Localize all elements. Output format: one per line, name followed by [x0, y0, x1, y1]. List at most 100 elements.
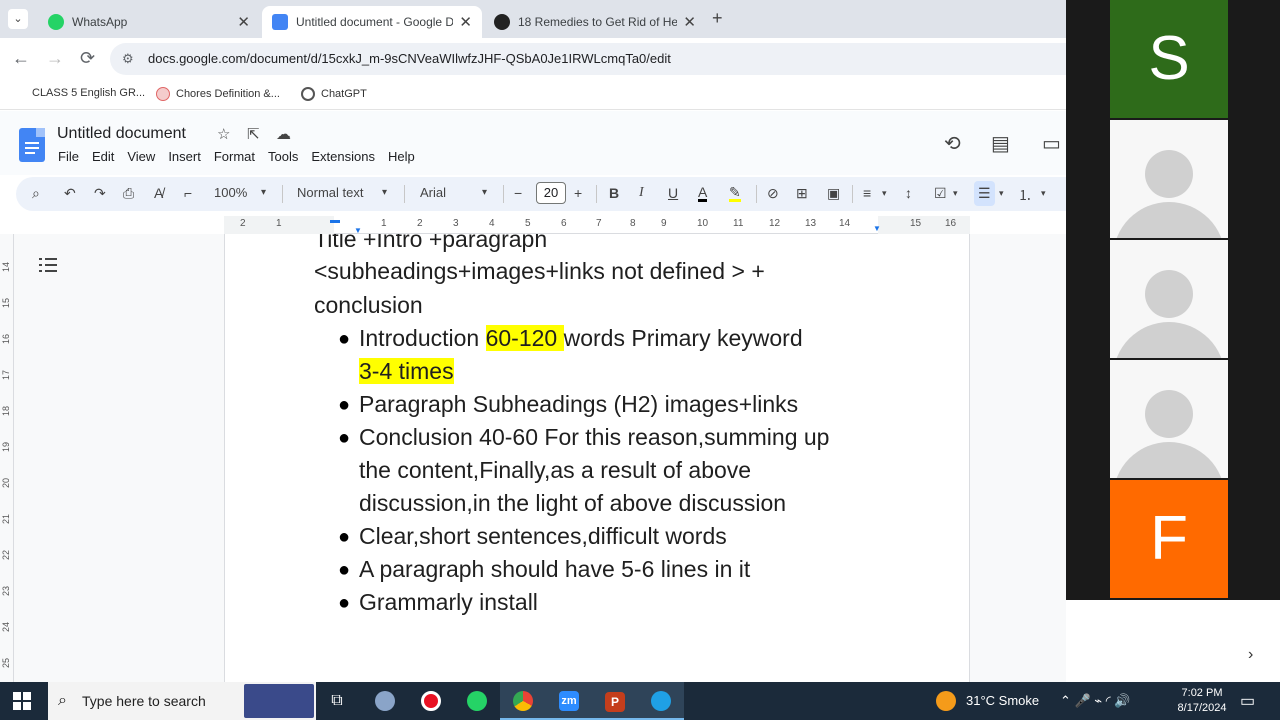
task-view-icon[interactable]: ⧉ — [314, 682, 360, 720]
windows-start-icon[interactable] — [13, 692, 31, 710]
participant-tile[interactable] — [1110, 240, 1228, 358]
chevron-down-icon[interactable]: ▾ — [1041, 188, 1046, 199]
document-outline-icon[interactable] — [39, 256, 57, 274]
chevron-down-icon[interactable]: ▾ — [953, 188, 958, 199]
taskbar-search-box[interactable]: ⌕ Type here to search — [48, 682, 316, 720]
chevron-down-icon[interactable]: ▾ — [482, 187, 487, 198]
font-select[interactable]: Arial — [420, 185, 446, 200]
system-tray[interactable]: ⌃ 🎤 ⌁ ◜ 🔊 — [1060, 682, 1131, 720]
record-icon[interactable] — [408, 682, 454, 720]
numbered-list-icon[interactable]: ⒈ — [1018, 185, 1032, 205]
participant-tile[interactable]: F — [1110, 480, 1228, 598]
menu-tools[interactable]: Tools — [268, 149, 298, 164]
tab-search-button[interactable]: ⌄ — [8, 9, 28, 29]
checklist-icon[interactable]: ☑ — [934, 185, 947, 202]
align-left-icon[interactable]: ≡ — [863, 185, 871, 201]
comments-icon[interactable]: ▤ — [991, 131, 1010, 156]
menu-help[interactable]: Help — [388, 149, 415, 164]
close-tab-icon[interactable]: ✕ — [459, 13, 472, 31]
powerpoint-icon[interactable]: P — [592, 682, 638, 720]
menu-edit[interactable]: Edit — [92, 149, 114, 164]
menu-file[interactable]: File — [58, 149, 79, 164]
chevron-down-icon[interactable]: ▾ — [382, 187, 387, 198]
meet-icon[interactable]: ▭ — [1042, 131, 1061, 156]
zoom-select[interactable]: 100% — [214, 185, 247, 200]
ruler-number: 15 — [1, 297, 12, 309]
version-history-icon[interactable]: ⟲ — [944, 131, 961, 156]
notifications-icon[interactable]: ▭ — [1240, 691, 1255, 711]
participant-tile[interactable] — [1110, 120, 1228, 238]
address-bar[interactable]: ⚙ docs.google.com/document/d/15cxkJ_m-9s… — [110, 43, 1066, 75]
menu-view[interactable]: View — [127, 149, 155, 164]
docs-logo-icon[interactable] — [19, 128, 45, 162]
zoom-icon[interactable]: zm — [546, 682, 592, 720]
ruler-number: 1 — [381, 218, 387, 229]
right-indent-marker[interactable]: ▼ — [873, 224, 881, 233]
underline-button[interactable]: U — [668, 185, 678, 201]
redo-icon[interactable]: ↷ — [94, 185, 106, 202]
text-color-button[interactable]: A — [698, 185, 708, 202]
back-button[interactable]: ← — [12, 48, 30, 69]
site-info-icon[interactable]: ⚙ — [122, 43, 134, 75]
edge-icon[interactable] — [638, 682, 684, 720]
insert-image-icon[interactable]: ▣ — [827, 185, 840, 202]
tab-google-docs[interactable]: Untitled document - Google Docs ✕ — [262, 6, 482, 38]
whatsapp-icon[interactable] — [454, 682, 500, 720]
tab-remedies[interactable]: 18 Remedies to Get Rid of Headache ✕ — [484, 6, 706, 38]
new-tab-button[interactable]: + — [712, 8, 723, 29]
ruler-number: 15 — [910, 218, 922, 229]
chrome-icon[interactable] — [500, 682, 546, 720]
document-title[interactable]: Untitled document — [57, 125, 186, 143]
line-spacing-icon[interactable]: ↕ — [905, 185, 912, 201]
chevron-down-icon[interactable]: ▾ — [261, 187, 266, 198]
menu-bar: File Edit View Insert Format Tools Exten… — [58, 149, 428, 164]
weather-widget[interactable]: 31°C Smoke — [936, 682, 1039, 720]
close-tab-icon[interactable]: ✕ — [683, 13, 696, 31]
participant-tile[interactable] — [1110, 360, 1228, 478]
decrease-font-size-button[interactable]: − — [514, 185, 522, 201]
star-icon[interactable]: ☆ — [217, 125, 230, 143]
italic-button[interactable]: I — [639, 185, 644, 201]
close-tab-icon[interactable]: ✕ — [237, 13, 250, 31]
left-indent-marker[interactable]: ▼ — [354, 226, 362, 235]
highlight-color-icon[interactable]: ✎ — [729, 185, 741, 202]
menu-format[interactable]: Format — [214, 149, 255, 164]
ruler-number: 5 — [525, 218, 531, 229]
move-folder-icon[interactable]: ⇱ — [247, 125, 260, 143]
paint-format-icon[interactable]: ⌐ — [184, 185, 192, 201]
pen-app-icon[interactable] — [362, 682, 408, 720]
print-icon[interactable]: ⎙ — [123, 185, 134, 202]
chevron-down-icon[interactable]: ▾ — [999, 188, 1004, 199]
spellcheck-icon[interactable]: A̸ — [154, 185, 163, 201]
list-item-introduction: Introduction 60-120 words Primary keywor… — [359, 325, 803, 352]
paragraph-style-select[interactable]: Normal text — [297, 185, 363, 200]
clock[interactable]: 7:02 PM 8/17/2024 — [1176, 686, 1228, 716]
bookmark-chores[interactable]: Chores Definition &... — [156, 87, 280, 101]
bookmark-class5[interactable]: CLASS 5 English GR... — [14, 87, 145, 99]
horizontal-ruler[interactable]: 2 1 ▼ 1 2 3 4 5 6 7 8 9 10 11 12 13 14 ▼… — [224, 216, 970, 235]
chevron-down-icon[interactable]: ▾ — [882, 188, 887, 199]
forward-button[interactable]: → — [46, 48, 64, 69]
first-line-indent-marker[interactable] — [330, 220, 340, 223]
add-comment-icon[interactable]: ⊞ — [796, 185, 808, 202]
undo-icon[interactable]: ↶ — [64, 185, 76, 202]
participant-tile[interactable]: S — [1110, 0, 1228, 118]
insert-link-icon[interactable]: ⊘ — [767, 185, 779, 202]
list-item-conclusion: Conclusion 40-60 For this reason,summing… — [359, 424, 830, 450]
menu-insert[interactable]: Insert — [168, 149, 201, 164]
vertical-ruler[interactable]: 14 15 16 17 18 19 20 21 22 23 24 25 — [0, 234, 14, 682]
chevron-right-icon[interactable]: › — [1248, 646, 1253, 664]
site-icon — [494, 14, 510, 30]
font-size-input[interactable]: 20 — [536, 182, 566, 204]
bookmark-chatgpt[interactable]: ChatGPT — [301, 87, 367, 101]
tab-whatsapp[interactable]: WhatsApp ✕ — [38, 6, 260, 38]
clock-date: 8/17/2024 — [1177, 702, 1227, 714]
menu-extensions[interactable]: Extensions — [311, 149, 375, 164]
ruler-number: 2 — [240, 218, 246, 229]
bold-button[interactable]: B — [609, 185, 619, 201]
increase-font-size-button[interactable]: + — [574, 185, 582, 201]
search-menus-icon[interactable]: ⌕ — [32, 185, 40, 202]
bulleted-list-icon[interactable]: ☰ — [974, 181, 995, 206]
reload-button[interactable]: ⟳ — [80, 48, 95, 69]
cloud-status-icon[interactable]: ☁ — [276, 125, 291, 143]
